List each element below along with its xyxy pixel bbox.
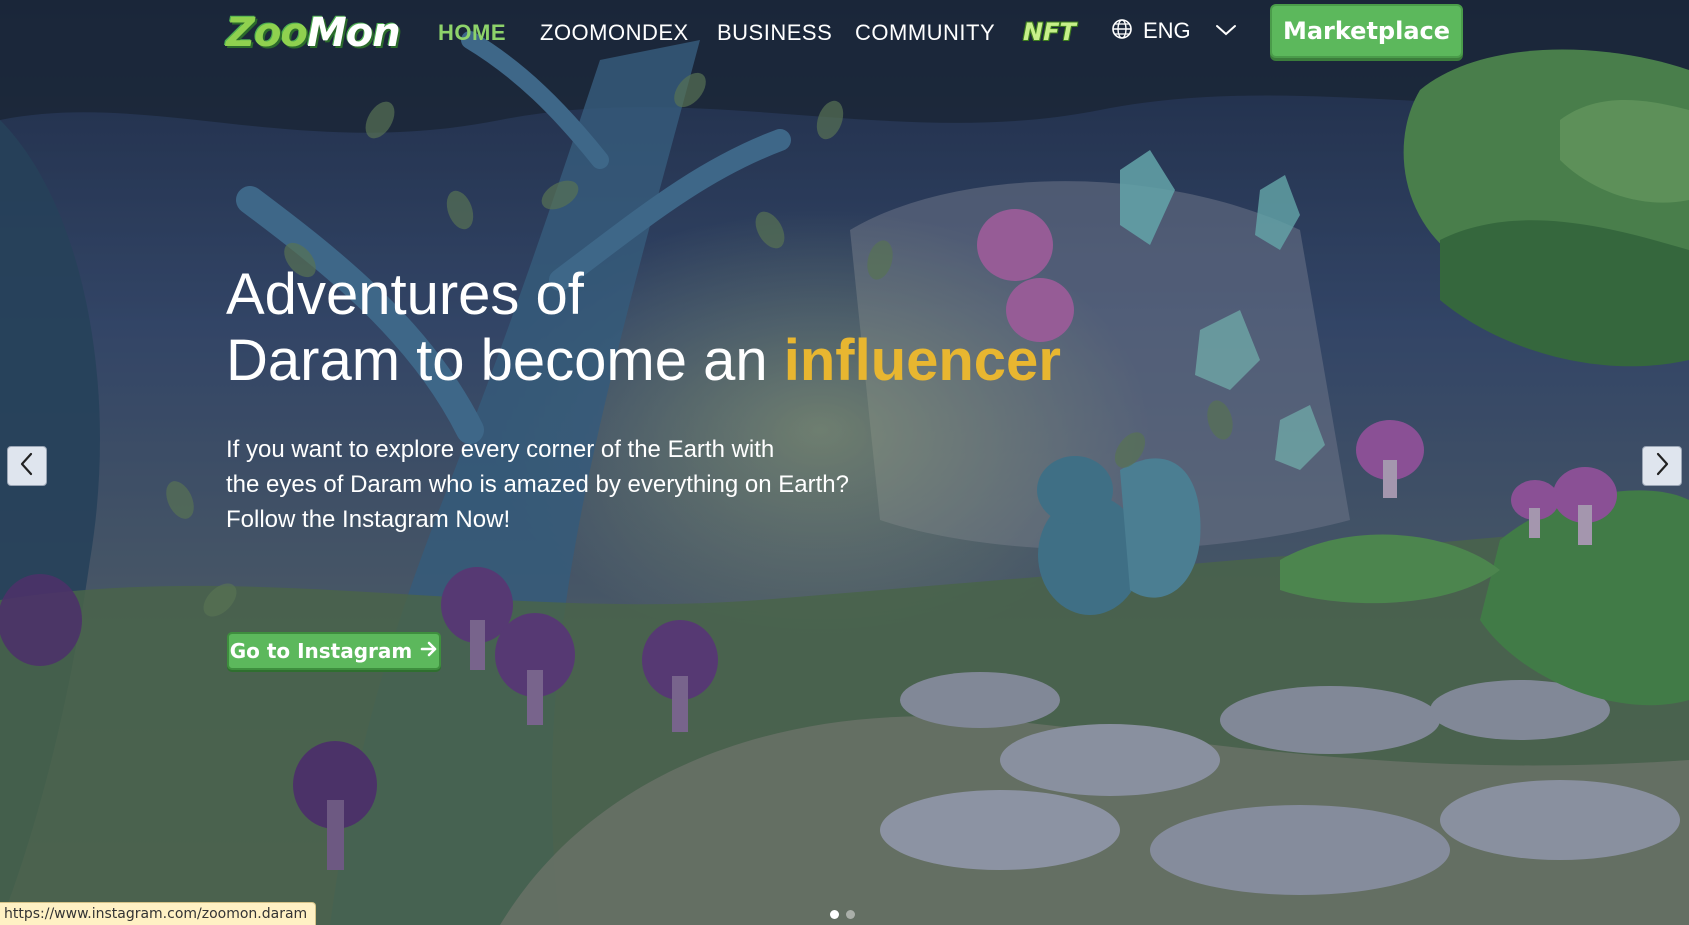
marketplace-button[interactable]: Marketplace: [1270, 4, 1463, 58]
hero-headline: Adventures of Daram to become an influen…: [226, 262, 1061, 394]
carousel-dot-1[interactable]: [830, 910, 839, 919]
cta-label: Go to Instagram: [229, 639, 413, 663]
language-selector[interactable]: ENG: [1111, 18, 1237, 44]
nav-zoomondex[interactable]: ZOOMONDEX: [540, 20, 689, 46]
logo-part-a: Zoo: [226, 10, 308, 56]
description-line-2: the eyes of Daram who is amazed by every…: [226, 471, 849, 498]
chevron-left-icon: [18, 452, 36, 480]
nav-nft[interactable]: NFT: [1023, 18, 1076, 46]
description-line-1: If you want to explore every corner of t…: [226, 436, 775, 463]
headline-line-1: Adventures of: [226, 262, 584, 327]
language-label: ENG: [1143, 18, 1191, 43]
chevron-down-icon: [1215, 22, 1237, 41]
hero-banner: ZooMon HOME ZOOMONDEX BUSINESS COMMUNITY…: [0, 0, 1689, 925]
carousel-next-button[interactable]: [1642, 446, 1682, 486]
nav-business[interactable]: BUSINESS: [717, 20, 832, 46]
headline-line-2-prefix: Daram to become an: [226, 328, 784, 393]
nav-community[interactable]: COMMUNITY: [855, 20, 995, 46]
logo-part-b: Mon: [306, 10, 401, 56]
carousel-pagination: [830, 910, 855, 919]
zoomon-logo[interactable]: ZooMon: [226, 10, 401, 56]
carousel-prev-button[interactable]: [7, 446, 47, 486]
hero-description: If you want to explore every corner of t…: [226, 432, 926, 537]
go-to-instagram-button[interactable]: Go to Instagram: [227, 632, 441, 670]
headline-line-2: Daram to become an influencer: [226, 328, 1061, 394]
headline-highlight: influencer: [783, 328, 1061, 393]
globe-icon: [1111, 18, 1133, 44]
nav-home[interactable]: HOME: [438, 20, 506, 46]
carousel-dot-2[interactable]: [846, 910, 855, 919]
link-status-bar: https://www.instagram.com/zoomon.daram: [0, 902, 317, 925]
chevron-right-icon: [1653, 452, 1671, 480]
arrow-right-icon: [420, 640, 438, 662]
description-line-3: Follow the Instagram Now!: [226, 506, 511, 533]
top-navigation: ZooMon HOME ZOOMONDEX BUSINESS COMMUNITY…: [0, 0, 1689, 68]
